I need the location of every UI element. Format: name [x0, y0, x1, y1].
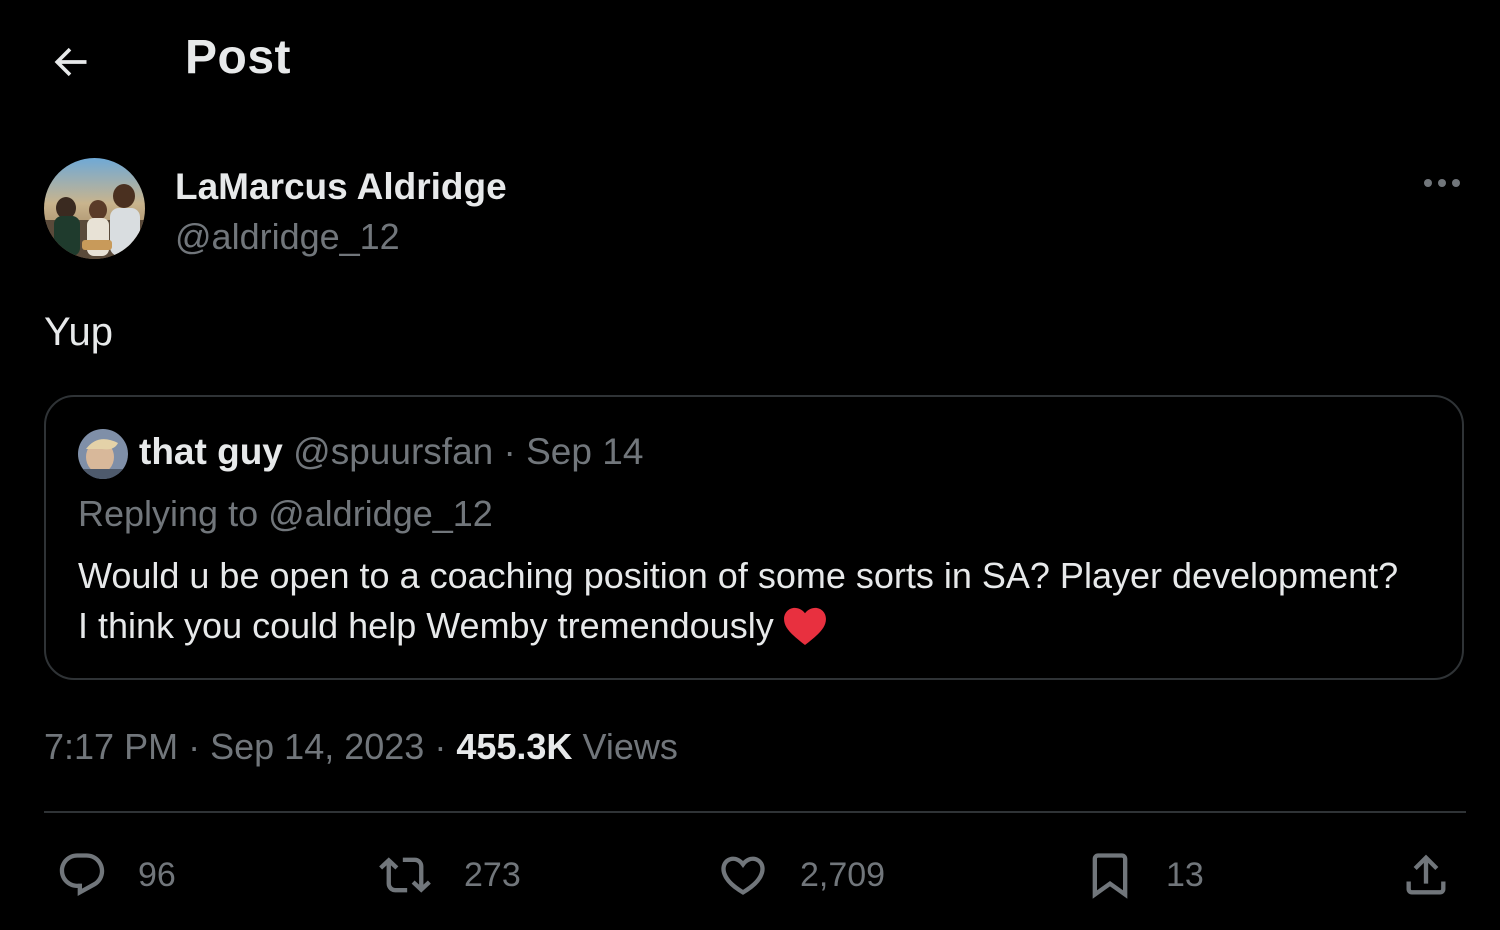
repost-count: 273 [464, 855, 521, 894]
quoted-avatar[interactable] [78, 429, 128, 479]
repost-icon [376, 849, 434, 901]
post-text: Yup [44, 310, 113, 354]
more-options-button[interactable] [1420, 168, 1464, 198]
share-icon [1400, 849, 1452, 901]
author-row: LaMarcus Aldridge @aldridge_12 [44, 158, 1464, 262]
post-date[interactable]: Sep 14, 2023 [210, 726, 424, 767]
repost-button[interactable]: 273 [376, 840, 521, 910]
quoted-body: Would u be open to a coaching position o… [78, 551, 1418, 659]
like-count: 2,709 [800, 855, 886, 894]
quoted-name[interactable]: that guy [139, 431, 283, 472]
author-avatar[interactable] [44, 158, 145, 259]
bookmark-button[interactable]: 13 [1084, 840, 1204, 910]
quoted-replying-to: Replying to @aldridge_12 [78, 493, 493, 534]
quoted-separator: · [503, 431, 516, 472]
post-meta: 7:17 PM · Sep 14, 2023 · 455.3K Views [44, 726, 678, 768]
meta-separator-2: · [434, 726, 447, 767]
top-bar: Post [0, 0, 1500, 120]
reply-button[interactable]: 96 [56, 840, 176, 910]
quoted-date[interactable]: Sep 14 [526, 431, 643, 472]
quoted-post[interactable]: that guy @spuursfan · Sep 14 Replying to… [44, 395, 1464, 680]
bookmark-count: 13 [1166, 855, 1204, 894]
views-count[interactable]: 455.3K [456, 726, 572, 767]
reply-count: 96 [138, 855, 176, 894]
divider [44, 811, 1466, 813]
reply-icon [56, 849, 108, 901]
bookmark-icon [1084, 849, 1136, 901]
page-title: Post [185, 31, 292, 84]
heart-icon [716, 849, 770, 901]
author-handle[interactable]: @aldridge_12 [175, 216, 400, 258]
arrow-left-icon [48, 40, 92, 84]
quoted-header: that guy @spuursfan · Sep 14 [139, 431, 643, 473]
post-time[interactable]: 7:17 PM [44, 726, 178, 767]
like-button[interactable]: 2,709 [716, 840, 885, 910]
quoted-body-text: Would u be open to a coaching position o… [78, 555, 1399, 646]
views-label: Views [582, 726, 678, 767]
heart-emoji-icon [782, 606, 828, 659]
meta-separator-1: · [188, 726, 201, 767]
back-button[interactable] [46, 38, 94, 86]
author-name[interactable]: LaMarcus Aldridge [175, 166, 507, 208]
quoted-handle[interactable]: @spuursfan [293, 431, 493, 472]
post-page: Post LaMarcus Aldridge @aldridge_12 Yup … [0, 0, 1500, 930]
more-horizontal-icon [1422, 177, 1462, 189]
action-bar: 96 273 2,709 13 [0, 840, 1500, 910]
share-button[interactable] [1400, 840, 1452, 910]
